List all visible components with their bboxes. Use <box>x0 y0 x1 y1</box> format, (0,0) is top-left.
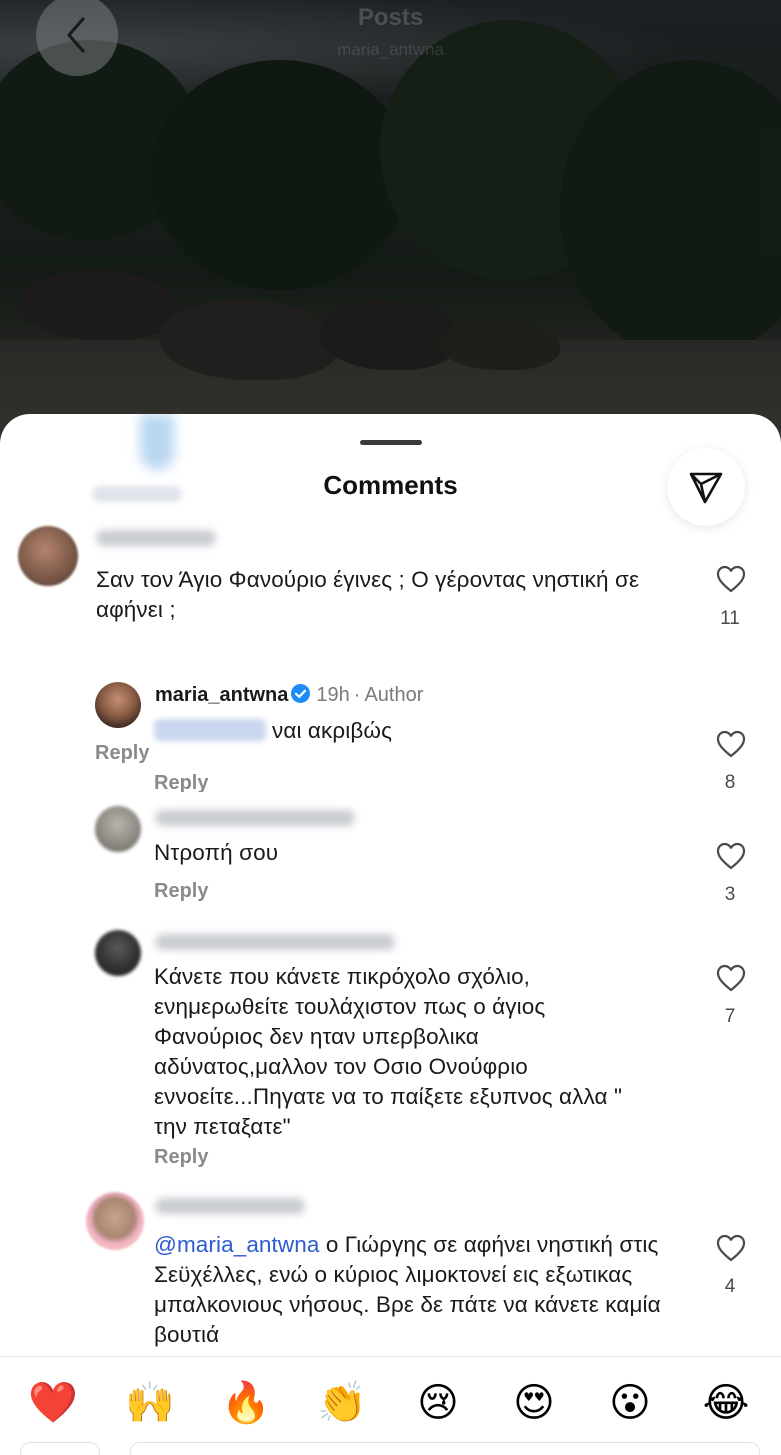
comment-item: Κάνετε που κάνετε πικρόχολο σχόλιο, ενημ… <box>0 924 781 1184</box>
comment-item: Σαν τον Άγιο Φανούριο έγινες ; Ο γέροντα… <box>0 522 781 764</box>
username-blurred[interactable] <box>155 934 395 950</box>
reaction-crying-emoji[interactable]: 😢 <box>412 1377 464 1429</box>
heart-icon[interactable] <box>716 842 746 870</box>
share-button[interactable] <box>667 448 745 526</box>
author-badge: Author <box>364 684 424 706</box>
comment-input-peek[interactable] <box>130 1442 760 1455</box>
quick-reaction-bar: ❤️ 🙌 🔥 👏 😢 😍 😮 😂 <box>0 1356 781 1455</box>
sheet-title: Comments <box>323 470 458 500</box>
heart-icon[interactable] <box>716 1234 746 1262</box>
comment-username-text[interactable]: maria_antwna <box>155 684 288 706</box>
comment-item: Ντροπή σου Reply 3 <box>0 800 781 910</box>
avatar[interactable] <box>86 1192 144 1250</box>
heart-icon[interactable] <box>716 565 746 593</box>
reaction-heart-emoji[interactable]: ❤️ <box>27 1377 79 1429</box>
comment-text: ναι ακριβώς <box>154 716 654 746</box>
reaction-laughing-emoji[interactable]: 😂 <box>700 1377 752 1429</box>
username-blurred[interactable] <box>96 530 216 546</box>
comment-text: Κάνετε που κάνετε πικρόχολο σχόλιο, ενημ… <box>154 964 623 1139</box>
chevron-left-icon <box>67 17 85 53</box>
avatar[interactable] <box>95 682 141 728</box>
comment-avatar-peek <box>20 1442 100 1455</box>
reply-button[interactable]: Reply <box>154 1146 208 1169</box>
heart-icon[interactable] <box>716 730 746 758</box>
comment-text: Ντροπή σου <box>154 840 279 865</box>
reaction-clapping-emoji[interactable]: 👏 <box>316 1377 368 1429</box>
sheet-drag-handle[interactable] <box>360 440 422 445</box>
heart-icon[interactable] <box>716 964 746 992</box>
like-count: 4 <box>724 1276 736 1297</box>
reaction-fire-emoji[interactable]: 🔥 <box>220 1377 272 1429</box>
blurred-content <box>140 414 174 470</box>
reaction-raising-hands-emoji[interactable]: 🙌 <box>124 1377 176 1429</box>
username-blurred[interactable] <box>155 810 355 826</box>
avatar[interactable] <box>95 930 141 976</box>
like-count: 8 <box>724 772 736 793</box>
verified-badge-icon <box>291 684 311 703</box>
mention-blurred[interactable] <box>154 719 266 741</box>
post-top-bar: Posts maria_antwna <box>0 0 781 80</box>
reaction-surprised-emoji[interactable]: 😮 <box>604 1377 656 1429</box>
send-icon <box>689 472 723 504</box>
reply-button[interactable]: Reply <box>154 772 208 792</box>
comments-sheet: Comments Σαν τον Άγιο Φανούριο έγινες ; … <box>0 414 781 1455</box>
comment-item: maria_antwna 19h · Author ναι ακριβώς Reply… <box>0 676 781 796</box>
like-count: 11 <box>720 608 740 629</box>
comment-timestamp: 19h <box>316 684 350 706</box>
like-count: 3 <box>724 884 736 905</box>
comment-text: Σαν τον Άγιο Φανούριο έγινες ; Ο γέροντα… <box>96 567 640 622</box>
reply-button[interactable]: Reply <box>154 880 208 903</box>
back-button[interactable] <box>36 0 118 76</box>
reaction-heart-eyes-emoji[interactable]: 😍 <box>508 1377 560 1429</box>
username-blurred[interactable] <box>155 1198 305 1214</box>
author-separator: · <box>353 684 361 706</box>
avatar[interactable] <box>95 806 141 852</box>
comment-text-body: ναι ακριβώς <box>272 718 393 743</box>
comment-username[interactable]: maria_antwna 19h · Author <box>155 684 423 707</box>
like-count: 7 <box>724 1006 736 1027</box>
comment-text: @maria_antwna ο Γιώργης σε αφήνει νηστικ… <box>154 1230 684 1350</box>
avatar[interactable] <box>18 526 78 586</box>
mention-link[interactable]: @maria_antwna <box>154 1232 319 1257</box>
